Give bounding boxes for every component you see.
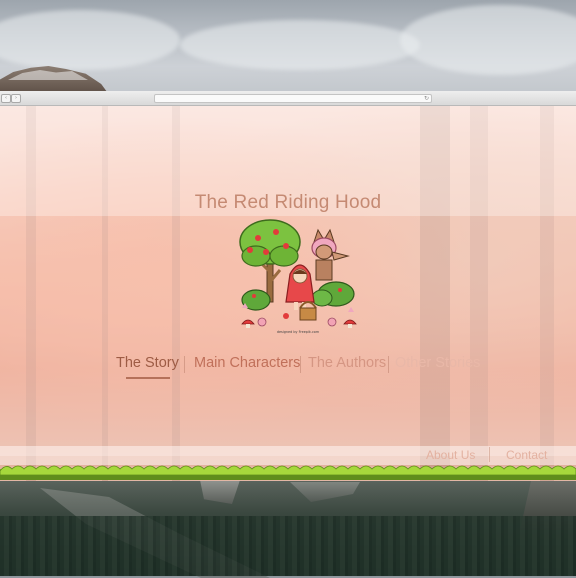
browser-toolbar: ‹ › ↻ (0, 91, 576, 106)
back-arrow-icon: ‹ (5, 95, 7, 101)
browser-window: ‹ › ↻ The Red Riding Hood designed by Fr… (0, 91, 576, 481)
about-us-link[interactable]: About Us (426, 448, 475, 462)
nav-item-main-characters[interactable]: Main Characters (194, 355, 300, 371)
nav-divider (388, 356, 389, 373)
mountain-valley (0, 478, 576, 578)
forward-arrow-icon: › (15, 95, 17, 101)
active-nav-underline (126, 377, 170, 379)
illustration-credit: designed by Freepik.com (277, 330, 320, 334)
nav-divider (300, 356, 301, 373)
red-riding-hood-illustration: designed by Freepik.com (239, 219, 357, 334)
nav-divider (184, 356, 185, 373)
nav-item-the-authors[interactable]: The Authors (308, 355, 386, 371)
web-page: The Red Riding Hood designed by Freepik.… (0, 106, 576, 481)
back-button[interactable]: ‹ (1, 94, 11, 103)
footer-divider (489, 447, 490, 462)
contact-link[interactable]: Contact (506, 448, 547, 462)
address-bar[interactable]: ↻ (154, 94, 432, 103)
main-navigation: The Story Main Characters The Authors Ot… (0, 353, 576, 383)
nav-item-other-stories[interactable]: Other Stories (395, 355, 480, 371)
page-title: The Red Riding Hood (194, 192, 382, 213)
forward-button[interactable]: › (11, 94, 21, 103)
nav-item-the-story[interactable]: The Story (116, 355, 179, 371)
grass-border (0, 465, 576, 480)
reload-icon[interactable]: ↻ (424, 95, 429, 102)
